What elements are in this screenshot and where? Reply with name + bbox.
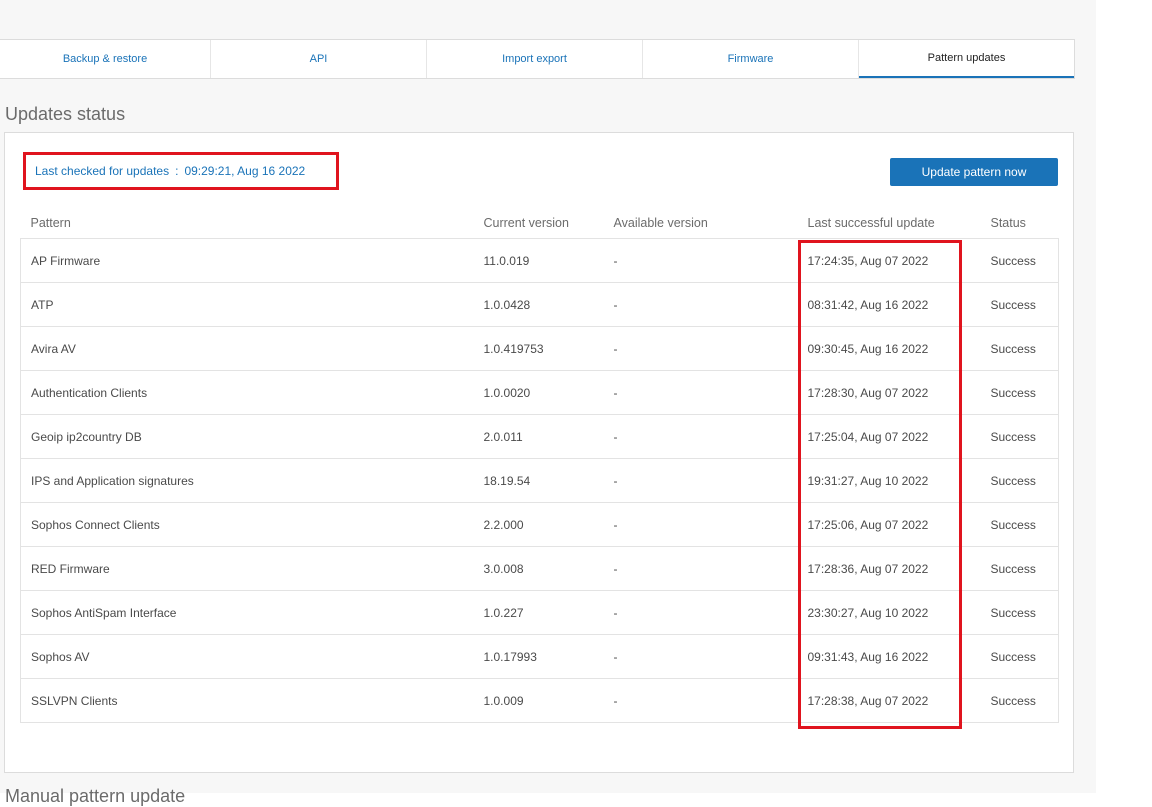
current-version-cell: 1.0.17993: [473, 634, 604, 679]
table-row: Avira AV 1.0.419753-09:30:45, Aug 16 2022…: [20, 326, 1059, 371]
current-version-cell: 3.0.008: [473, 546, 604, 591]
header-current-version: Current version: [483, 215, 569, 230]
last-update-cell: 17:25:06, Aug 07 2022: [797, 502, 981, 547]
table-body: AP Firmware 11.0.019-17:24:35, Aug 07 202…: [20, 238, 1059, 723]
header-last-successful-update: Last successful update: [807, 215, 935, 230]
last-update-cell: 17:28:36, Aug 07 2022: [797, 546, 981, 591]
table-header-row: Pattern Current version Available versio…: [21, 207, 1059, 239]
table-row: IPS and Application signatures 18.19.54-1…: [20, 458, 1059, 503]
tab-api[interactable]: API: [211, 40, 427, 78]
available-version-cell: -: [603, 590, 798, 635]
table-row: AP Firmware 11.0.019-17:24:35, Aug 07 202…: [20, 238, 1059, 283]
available-version-cell: -: [603, 502, 798, 547]
status-cell: Success: [980, 502, 1059, 547]
current-version-cell: 1.0.009: [473, 678, 604, 723]
status-cell: Success: [980, 370, 1059, 415]
last-update-cell: 17:28:30, Aug 07 2022: [797, 370, 981, 415]
table-row: Authentication Clients 1.0.0020-17:28:30,…: [20, 370, 1059, 415]
last-checked-label: Last checked for updates: [35, 164, 170, 178]
pattern-name-cell: RED Firmware: [20, 546, 474, 591]
last-update-cell: 17:24:35, Aug 07 2022: [797, 238, 981, 283]
tab-import-export[interactable]: Import export: [427, 40, 643, 78]
status-cell: Success: [980, 546, 1059, 591]
update-pattern-now-button[interactable]: Update pattern now: [890, 158, 1058, 186]
pattern-name-cell: Avira AV: [20, 326, 474, 371]
last-update-cell: 08:31:42, Aug 16 2022: [797, 282, 981, 327]
pattern-name-cell: SSLVPN Clients: [20, 678, 474, 723]
tab-firmware[interactable]: Firmware: [643, 40, 859, 78]
pattern-table: Pattern Current version Available versio…: [20, 207, 1059, 723]
status-cell: Success: [980, 238, 1059, 283]
last-update-cell: 09:30:45, Aug 16 2022: [797, 326, 981, 371]
pattern-name-cell: ATP: [20, 282, 474, 327]
current-version-cell: 11.0.019: [473, 238, 604, 283]
current-version-cell: 18.19.54: [473, 458, 604, 503]
available-version-cell: -: [603, 458, 798, 503]
table-row: Geoip ip2country DB 2.0.011-17:25:04, Aug…: [20, 414, 1059, 459]
status-cell: Success: [980, 458, 1059, 503]
updates-status-panel: Last checked for updates : 09:29:21, Aug…: [4, 132, 1074, 773]
status-cell: Success: [980, 678, 1059, 723]
available-version-cell: -: [603, 634, 798, 679]
pattern-name-cell: Sophos Connect Clients: [20, 502, 474, 547]
table-row: Sophos AV 1.0.17993-09:31:43, Aug 16 2022…: [20, 634, 1059, 679]
last-update-cell: 23:30:27, Aug 10 2022: [797, 590, 981, 635]
table-row: ATP 1.0.0428-08:31:42, Aug 16 2022 Success: [20, 282, 1059, 327]
tab-pattern-updates[interactable]: Pattern updates: [859, 40, 1074, 78]
available-version-cell: -: [603, 282, 798, 327]
current-version-cell: 1.0.227: [473, 590, 604, 635]
current-version-cell: 1.0.0020: [473, 370, 604, 415]
tab-bar: Backup & restore API Import export Firmw…: [0, 39, 1075, 79]
pattern-name-cell: Sophos AV: [20, 634, 474, 679]
last-checked-info: Last checked for updates : 09:29:21, Aug…: [23, 152, 339, 190]
status-cell: Success: [980, 326, 1059, 371]
pattern-name-cell: AP Firmware: [20, 238, 474, 283]
current-version-cell: 2.0.011: [473, 414, 604, 459]
status-cell: Success: [980, 634, 1059, 679]
pattern-name-cell: Authentication Clients: [20, 370, 474, 415]
table-row: RED Firmware 3.0.008-17:28:36, Aug 07 202…: [20, 546, 1059, 591]
pattern-name-cell: Geoip ip2country DB: [20, 414, 474, 459]
pattern-name-cell: IPS and Application signatures: [20, 458, 474, 503]
table-row: SSLVPN Clients 1.0.009-17:28:38, Aug 07 2…: [20, 678, 1059, 723]
last-checked-value: 09:29:21, Aug 16 2022: [184, 164, 306, 178]
available-version-cell: -: [603, 326, 798, 371]
status-cell: Success: [980, 414, 1059, 459]
table-row: Sophos AntiSpam Interface 1.0.227-23:30:2…: [20, 590, 1059, 635]
manual-pattern-update-title: Manual pattern update: [5, 786, 186, 806]
header-available-version: Available version: [613, 215, 708, 230]
last-update-cell: 09:31:43, Aug 16 2022: [797, 634, 981, 679]
status-cell: Success: [980, 590, 1059, 635]
current-version-cell: 2.2.000: [473, 502, 604, 547]
current-version-cell: 1.0.0428: [473, 282, 604, 327]
pattern-table-wrapper: Pattern Current version Available versio…: [20, 207, 1059, 723]
available-version-cell: -: [603, 238, 798, 283]
available-version-cell: -: [603, 370, 798, 415]
pattern-name-cell: Sophos AntiSpam Interface: [20, 590, 474, 635]
available-version-cell: -: [603, 546, 798, 591]
available-version-cell: -: [603, 678, 798, 723]
tab-backup-restore[interactable]: Backup & restore: [0, 40, 211, 78]
last-checked-separator: :: [175, 164, 179, 178]
status-cell: Success: [980, 282, 1059, 327]
table-row: Sophos Connect Clients 2.2.000-17:25:06, …: [20, 502, 1059, 547]
section-title: Updates status: [5, 104, 126, 124]
last-update-cell: 17:25:04, Aug 07 2022: [797, 414, 981, 459]
last-update-cell: 17:28:38, Aug 07 2022: [797, 678, 981, 723]
current-version-cell: 1.0.419753: [473, 326, 604, 371]
header-pattern: Pattern: [30, 215, 71, 230]
header-status: Status: [990, 215, 1026, 230]
available-version-cell: -: [603, 414, 798, 459]
last-update-cell: 19:31:27, Aug 10 2022: [797, 458, 981, 503]
